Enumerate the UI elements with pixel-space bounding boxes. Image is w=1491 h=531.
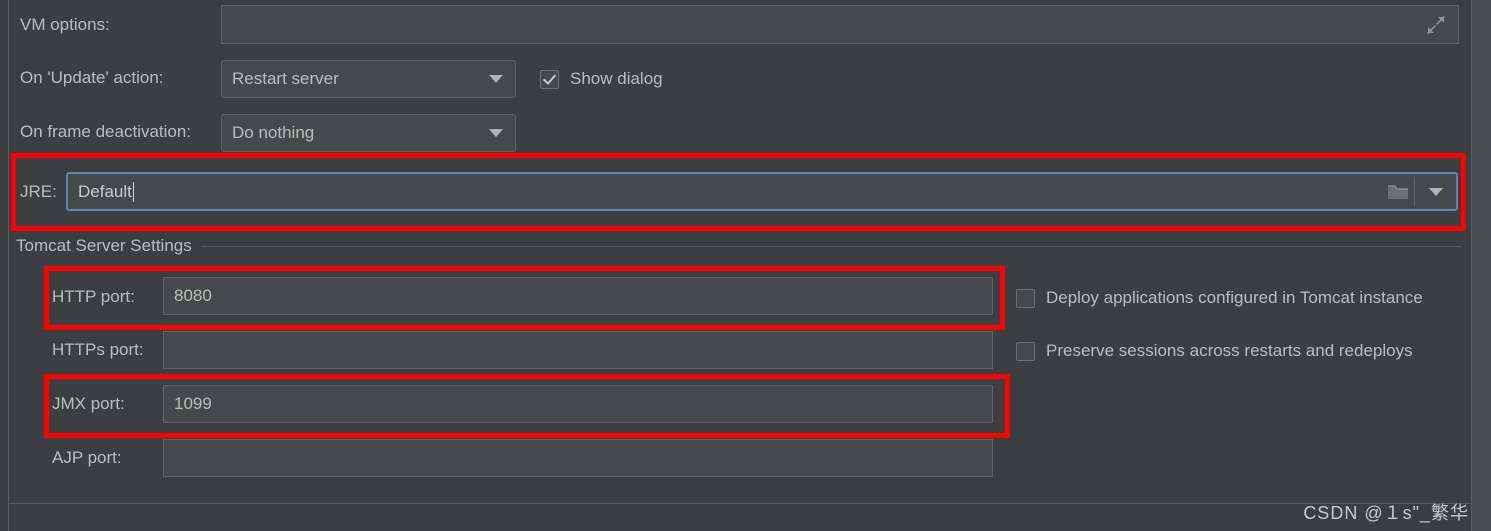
- http-port-label: HTTP port:: [52, 287, 135, 306]
- frame-deactivation-row: On frame deactivation:: [20, 123, 191, 140]
- chevron-down-icon: [489, 129, 503, 137]
- jre-label: JRE:: [20, 182, 57, 201]
- watermark: CSDN @１s"_繁华: [1303, 503, 1469, 523]
- frame-deactivation-label: On frame deactivation:: [20, 122, 192, 141]
- jre-input[interactable]: Default: [66, 172, 1458, 211]
- update-action-row: On 'Update' action:: [20, 69, 164, 86]
- jmx-port-input[interactable]: 1099: [163, 385, 993, 423]
- panel-bottom-border: [8, 503, 1472, 504]
- ajp-port-input[interactable]: [163, 439, 993, 477]
- frame-deactivation-select[interactable]: Do nothing: [221, 114, 516, 152]
- tomcat-settings-title: Tomcat Server Settings: [16, 236, 192, 255]
- checkbox-check-icon: [540, 69, 559, 89]
- panel-right-border: [1471, 0, 1472, 531]
- http-port-input[interactable]: 8080: [163, 277, 993, 315]
- update-action-select[interactable]: Restart server: [221, 60, 516, 98]
- vm-options-input[interactable]: [221, 5, 1459, 44]
- ajp-port-label: AJP port:: [52, 448, 122, 467]
- update-action-value: Restart server: [232, 69, 339, 88]
- preserve-sessions-checkbox[interactable]: Preserve sessions across restarts and re…: [1016, 341, 1413, 361]
- jre-dropdown-button[interactable]: [1415, 174, 1456, 209]
- jre-value: Default: [78, 181, 132, 201]
- preserve-sessions-label: Preserve sessions across restarts and re…: [1046, 341, 1413, 360]
- frame-deactivation-value: Do nothing: [232, 123, 315, 142]
- vm-options-row: VM options:: [20, 16, 110, 33]
- deploy-applications-checkbox[interactable]: Deploy applications configured in Tomcat…: [1016, 288, 1423, 308]
- deploy-applications-label: Deploy applications configured in Tomcat…: [1046, 288, 1423, 307]
- chevron-down-icon: [1428, 187, 1443, 196]
- chevron-down-icon: [489, 75, 503, 83]
- https-port-row: HTTPs port:: [52, 341, 144, 358]
- panel-left-border: [8, 0, 9, 531]
- https-port-input[interactable]: [163, 331, 993, 369]
- https-port-label: HTTPs port:: [52, 340, 144, 359]
- jmx-port-value: 1099: [174, 394, 212, 413]
- text-cursor: [132, 181, 134, 202]
- http-port-value: 8080: [174, 286, 212, 305]
- jmx-port-label: JMX port:: [52, 394, 125, 413]
- settings-panel: VM options: On 'Update' action: Restart …: [0, 0, 1491, 531]
- ajp-port-row: AJP port:: [52, 449, 122, 466]
- checkbox-box-icon: [1016, 288, 1035, 308]
- tomcat-settings-group-header: Tomcat Server Settings: [16, 236, 1461, 256]
- jre-row: JRE:: [20, 183, 57, 200]
- window-right-strip: [1472, 0, 1491, 531]
- expand-arrows-icon[interactable]: [1426, 15, 1446, 35]
- http-port-row: HTTP port:: [52, 288, 135, 305]
- group-separator-line: [200, 245, 1461, 247]
- update-action-label: On 'Update' action:: [20, 68, 164, 87]
- vm-options-label: VM options:: [20, 15, 110, 34]
- folder-icon[interactable]: [1387, 183, 1409, 201]
- vm-options-value: [222, 15, 232, 34]
- checkbox-box-icon: [1016, 341, 1035, 361]
- jmx-port-row: JMX port:: [52, 395, 125, 412]
- show-dialog-label: Show dialog: [570, 69, 663, 88]
- show-dialog-checkbox[interactable]: Show dialog: [540, 69, 663, 89]
